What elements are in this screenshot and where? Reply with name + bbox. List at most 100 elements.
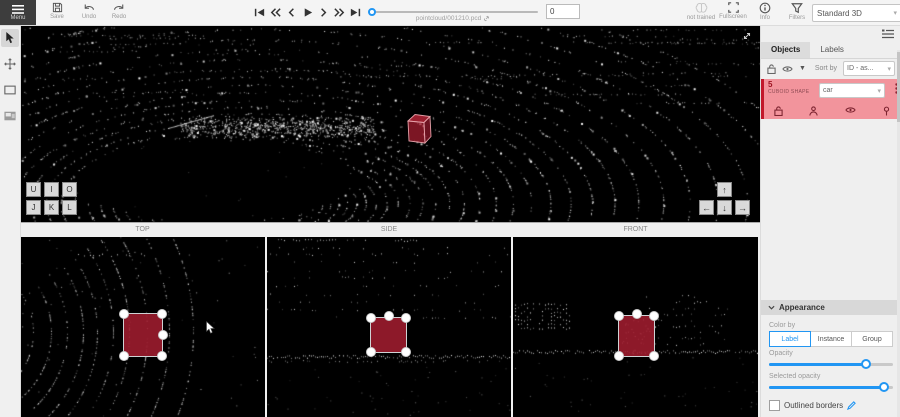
key-o[interactable]: O — [62, 182, 77, 197]
sort-select[interactable]: ID - as... ▾ — [843, 61, 895, 76]
visibility-eye-icon[interactable] — [845, 106, 856, 116]
selected-opacity-slider[interactable] — [769, 382, 893, 393]
filter-funnel-icon — [791, 2, 803, 14]
pencil-icon[interactable] — [847, 401, 856, 410]
link-icon[interactable] — [483, 15, 490, 22]
resize-handle[interactable] — [366, 313, 376, 323]
caret-down-icon[interactable]: ▼ — [799, 65, 806, 72]
resize-handle[interactable] — [649, 351, 659, 361]
outlined-borders-checkbox[interactable] — [769, 400, 780, 411]
frame-number-input[interactable] — [546, 4, 580, 19]
move-tool-button[interactable] — [1, 55, 19, 73]
key-i[interactable]: I — [44, 182, 59, 197]
frame-slider-track[interactable] — [368, 11, 538, 13]
resize-handle[interactable] — [649, 311, 659, 321]
chevron-down-icon — [768, 305, 775, 310]
person-icon[interactable] — [809, 106, 818, 116]
resize-handle[interactable] — [119, 351, 129, 361]
appearance-panel: Appearance Color by Label Instance Group… — [761, 300, 900, 415]
arrow-up-button[interactable]: ↑ — [717, 182, 732, 197]
info-icon — [759, 2, 771, 14]
selected-box-side[interactable] — [370, 317, 407, 353]
panel-list-icon[interactable] — [882, 29, 894, 39]
resize-handle[interactable] — [401, 347, 411, 357]
resize-handle[interactable] — [614, 311, 624, 321]
menu-button[interactable]: Menu — [0, 0, 36, 25]
visibility-eye-icon[interactable] — [782, 65, 793, 73]
outlined-borders-label: Outlined borders — [784, 401, 843, 410]
resize-handle[interactable] — [614, 351, 624, 361]
image-overlay-tool-button[interactable] — [1, 107, 19, 125]
color-by-group-button[interactable]: Group — [851, 331, 893, 347]
key-k[interactable]: K — [44, 200, 59, 215]
appearance-header[interactable]: Appearance — [761, 300, 900, 315]
prev-frame-button[interactable] — [285, 6, 298, 19]
slider-handle[interactable] — [861, 359, 871, 369]
resize-handle[interactable] — [366, 347, 376, 357]
color-by-segmented: Label Instance Group — [769, 331, 893, 347]
fast-rewind-button[interactable] — [269, 6, 282, 19]
fullscreen-button[interactable]: Fullscreen — [718, 2, 748, 21]
side-ortho-view[interactable] — [267, 237, 511, 417]
selected-opacity-label: Selected opacity — [769, 373, 893, 380]
key-l[interactable]: L — [62, 200, 77, 215]
selected-box-front[interactable] — [618, 315, 655, 357]
slider-handle[interactable] — [879, 382, 889, 392]
filters-button[interactable]: Filters — [782, 2, 812, 21]
top-toolbar: Menu Save Undo Redo — [0, 0, 900, 26]
fast-forward-button[interactable] — [333, 6, 346, 19]
mouse-cursor — [206, 321, 215, 334]
rectangle-icon — [4, 85, 16, 95]
category-select[interactable]: car ▾ — [819, 83, 885, 98]
arrow-left-button[interactable]: ← — [699, 200, 714, 215]
color-by-label-button[interactable]: Label — [769, 331, 811, 347]
lock-icon[interactable] — [774, 106, 783, 116]
expand-view-icon[interactable] — [742, 31, 752, 41]
lock-icon[interactable] — [767, 64, 776, 74]
play-button[interactable] — [301, 6, 314, 19]
topbar-right-tools: not trained Fullscreen Info Filters — [686, 2, 812, 21]
tab-labels[interactable]: Labels — [810, 42, 854, 58]
arrow-down-button[interactable]: ↓ — [717, 200, 732, 215]
right-sidebar: Objects Labels ▼ Sort by ID - as... ▾ 5 … — [760, 25, 900, 417]
resize-handle[interactable] — [384, 311, 394, 321]
cuboid-tool-button[interactable] — [1, 81, 19, 99]
arrow-right-button[interactable]: → — [735, 200, 750, 215]
select-tool-button[interactable] — [1, 29, 19, 47]
resize-handle[interactable] — [632, 309, 642, 319]
tab-objects[interactable]: Objects — [761, 42, 810, 58]
object-list-item-selected[interactable]: 5 CUBOID SHAPE car ▾ — [761, 79, 900, 119]
view-mode-select[interactable]: Standard 3D ▾ — [812, 4, 900, 22]
resize-handle[interactable] — [119, 309, 129, 319]
resize-handle[interactable] — [401, 313, 411, 323]
next-frame-button[interactable] — [317, 6, 330, 19]
pointcloud-3d-canvas[interactable] — [20, 25, 760, 222]
annotation-app: Menu Save Undo Redo — [0, 0, 900, 417]
resize-handle[interactable] — [157, 351, 167, 361]
pin-icon[interactable] — [882, 106, 891, 116]
chevron-down-icon: ▾ — [893, 9, 897, 17]
side-view-label: SIDE — [267, 226, 511, 233]
resize-handle[interactable] — [158, 330, 168, 340]
pointcloud-3d-view[interactable]: U I O J K L ↑ ← ↓ → — [20, 25, 760, 222]
undo-icon — [83, 2, 95, 13]
selected-box-top[interactable] — [123, 313, 163, 357]
undo-button[interactable]: Undo — [74, 2, 104, 20]
save-button[interactable]: Save — [42, 2, 72, 20]
redo-button[interactable]: Redo — [104, 2, 134, 20]
skip-start-button[interactable] — [253, 6, 266, 19]
front-view-label: FRONT — [513, 226, 758, 233]
resize-handle[interactable] — [157, 309, 167, 319]
top-ortho-view[interactable] — [20, 237, 265, 417]
front-ortho-view[interactable] — [513, 237, 758, 417]
color-by-instance-button[interactable]: Instance — [810, 331, 852, 347]
top-view-label: TOP — [20, 226, 265, 233]
outlined-borders-row: Outlined borders — [769, 400, 893, 411]
selected-cuboid-3d[interactable] — [405, 113, 433, 145]
key-u[interactable]: U — [26, 182, 41, 197]
key-j[interactable]: J — [26, 200, 41, 215]
info-button[interactable]: Info — [750, 2, 780, 21]
opacity-slider[interactable] — [769, 359, 893, 370]
hamburger-icon — [12, 5, 24, 14]
object-item-actions — [774, 106, 891, 116]
